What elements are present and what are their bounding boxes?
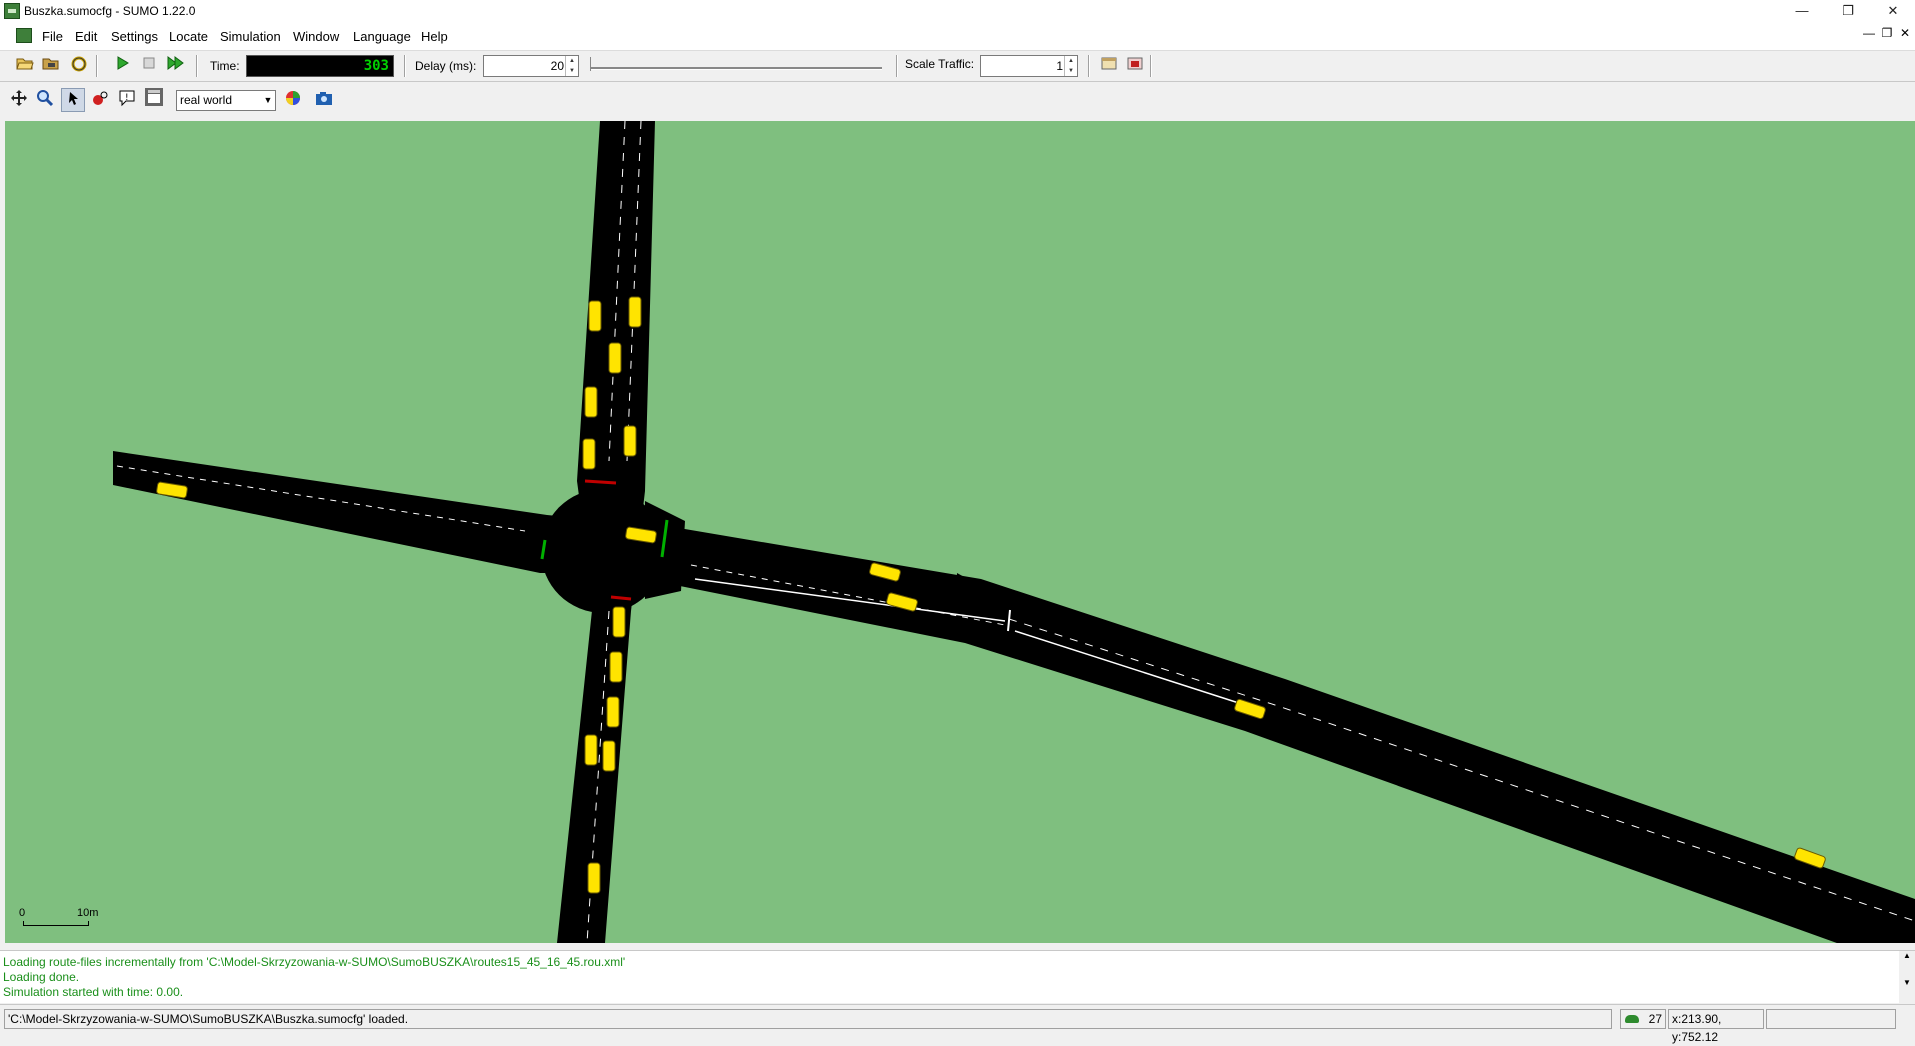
menu-help[interactable]: Help [421, 29, 448, 44]
edit-breakpoints-icon[interactable] [1098, 55, 1120, 77]
delay-slider-thumb[interactable] [590, 57, 599, 71]
vehicle[interactable] [584, 386, 598, 418]
view-toolbar: ! real world ▼ [0, 82, 1915, 118]
time-display: 303 [246, 55, 394, 77]
east-west-road [113, 451, 1915, 943]
mdi-minimize-icon[interactable]: — [1860, 26, 1878, 40]
scale-bar: 0 10m [19, 907, 98, 931]
color-scheme-select[interactable]: real world ▼ [176, 90, 276, 111]
status-extra-field [1766, 1009, 1896, 1029]
vehicle[interactable] [587, 862, 601, 894]
time-value: 303 [363, 58, 389, 74]
menu-language[interactable]: Language [353, 29, 411, 44]
cursor-coordinates: x:213.90, y:752.12 [1668, 1009, 1764, 1044]
vehicle[interactable] [628, 296, 642, 328]
delay-label: Delay (ms): [415, 59, 477, 73]
log-line: Loading route-files incrementally from '… [3, 955, 626, 969]
tooltip-icon[interactable]: ! [116, 89, 138, 111]
scale-traffic-label: Scale Traffic: [905, 57, 975, 71]
menu-settings[interactable]: Settings [111, 29, 158, 44]
mdi-window-icon[interactable] [16, 28, 32, 43]
mdi-close-icon[interactable]: ✕ [1896, 26, 1914, 40]
scale-traffic-spinner[interactable]: 1 ▲ ▼ [980, 55, 1078, 77]
junction-east-approach [645, 501, 685, 599]
run-icon[interactable] [111, 55, 133, 77]
delay-spinner[interactable]: 20 ▲ ▼ [483, 55, 579, 77]
vehicle[interactable] [606, 696, 620, 728]
sim-settings-icon[interactable] [1124, 55, 1146, 77]
time-label: Time: [210, 59, 240, 73]
vehicle[interactable] [582, 438, 596, 470]
status-bar: 'C:\Model-Skrzyzowania-w-SUMO\SumoBUSZKA… [0, 1004, 1915, 1044]
scale-spin-arrows[interactable]: ▲ ▼ [1064, 56, 1077, 76]
minimize-icon[interactable]: — [1780, 0, 1824, 22]
simulation-view[interactable]: 0 10m [5, 121, 1915, 943]
toolbar-separator [1150, 55, 1152, 77]
locate-junction-icon[interactable] [89, 89, 111, 111]
open-file-icon[interactable] [14, 55, 36, 77]
menu-locate[interactable]: Locate [169, 29, 208, 44]
recenter-view-icon[interactable] [8, 89, 30, 111]
menu-shortcut-icon[interactable] [142, 87, 166, 111]
vehicle[interactable] [609, 651, 623, 683]
delay-slider-track[interactable] [590, 67, 882, 70]
toolbar-separator [196, 55, 198, 77]
stop-icon[interactable] [138, 55, 160, 77]
scale-end-label: 10m [77, 907, 99, 919]
reload-icon[interactable] [68, 55, 90, 77]
signal-red-south [610, 595, 632, 601]
log-scrollbar[interactable]: ▲ ▼ [1899, 951, 1915, 1003]
menu-window[interactable]: Window [293, 29, 339, 44]
screenshot-camera-icon[interactable] [313, 89, 335, 111]
window-title: Buszka.sumocfg - SUMO 1.22.0 [24, 4, 196, 18]
edit-coloring-icon[interactable] [282, 89, 304, 111]
menu-edit[interactable]: Edit [75, 29, 97, 44]
mdi-restore-icon[interactable]: ❐ [1878, 26, 1896, 40]
title-bar: Buszka.sumocfg - SUMO 1.22.0 — ❐ ✕ [0, 0, 1915, 22]
svg-text:!: ! [125, 93, 129, 103]
vehicle[interactable] [612, 606, 626, 638]
zoom-icon[interactable] [34, 89, 56, 111]
toolbar-separator [896, 55, 898, 77]
log-line: Loading done. [3, 970, 80, 984]
close-icon[interactable]: ✕ [1871, 0, 1915, 22]
vehicle[interactable] [602, 740, 616, 772]
open-network-icon[interactable] [40, 55, 62, 77]
vehicle[interactable] [584, 734, 598, 766]
car-icon [1625, 1015, 1639, 1023]
simulation-toolbar: Time: 303 Delay (ms): 20 ▲ ▼ Scale Traffi… [0, 51, 1915, 82]
status-message: 'C:\Model-Skrzyzowania-w-SUMO\SumoBUSZKA… [4, 1009, 1612, 1029]
message-log[interactable]: Loading route-files incrementally from '… [0, 950, 1915, 1003]
menu-file[interactable]: File [42, 29, 63, 44]
select-mode-icon[interactable] [61, 88, 85, 112]
vehicle-count: 27 [1648, 1012, 1662, 1026]
menu-bar: File Edit Settings Locate Simulation Win… [0, 22, 1915, 51]
vehicle-count-field: 27 [1620, 1009, 1666, 1029]
network-canvas[interactable] [5, 121, 1915, 943]
delay-value: 20 [550, 59, 564, 73]
signal-red-north [584, 479, 617, 485]
vehicle[interactable] [623, 425, 637, 457]
scale-line [23, 925, 89, 926]
sumo-app-icon [4, 3, 20, 19]
toolbar-separator [96, 55, 98, 77]
scale-tick [88, 921, 89, 926]
scale-traffic-value: 1 [1056, 59, 1063, 73]
chevron-down-icon[interactable]: ▼ [261, 91, 275, 110]
toolbar-separator [1088, 55, 1090, 77]
scale-start-label: 0 [19, 907, 26, 919]
step-icon[interactable] [164, 55, 186, 77]
vehicle[interactable] [608, 342, 622, 374]
color-scheme-value: real world [180, 93, 233, 107]
restore-icon[interactable]: ❐ [1826, 0, 1870, 22]
vehicle[interactable] [588, 300, 602, 332]
menu-simulation[interactable]: Simulation [220, 29, 281, 44]
delay-spin-arrows[interactable]: ▲ ▼ [565, 56, 578, 76]
toolbar-separator [404, 55, 406, 77]
log-line: Simulation started with time: 0.00. [3, 985, 184, 999]
